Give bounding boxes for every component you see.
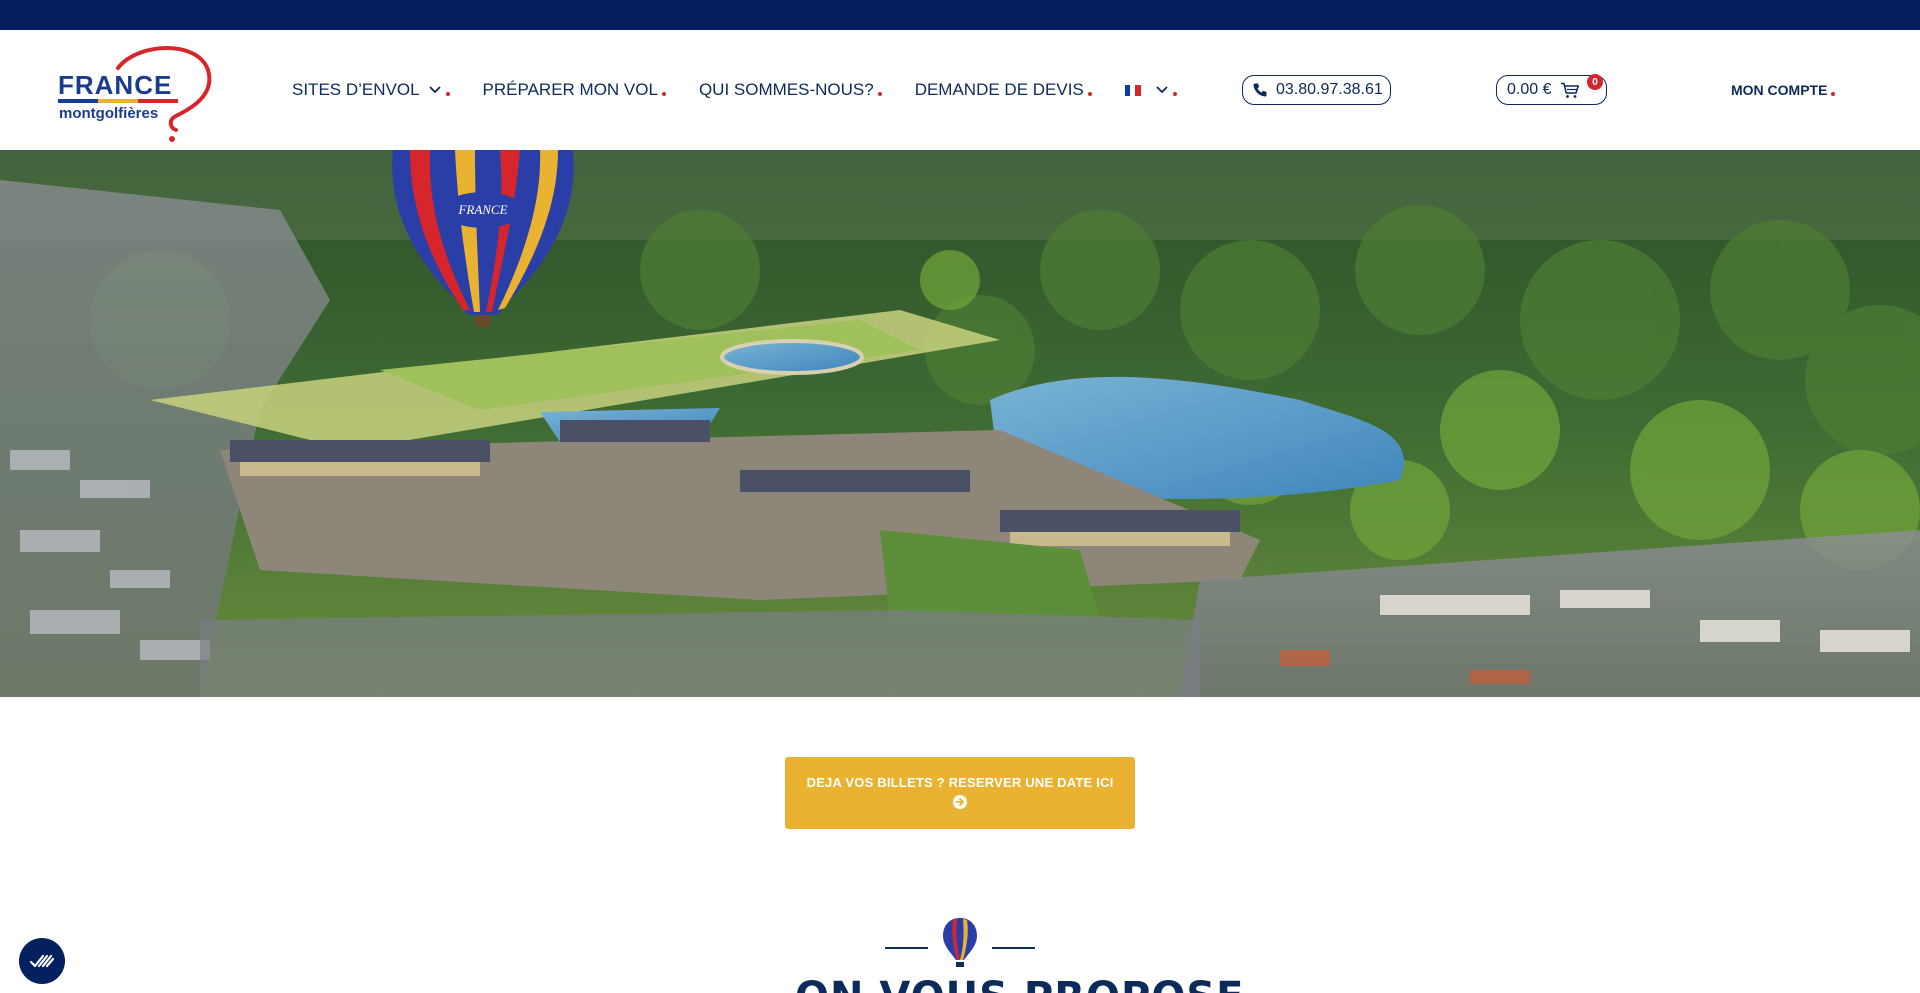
aerial-landscape-image: FRANCE [0, 150, 1920, 697]
cart-count-badge: 0 [1587, 74, 1603, 90]
red-dot-icon [1831, 92, 1836, 96]
french-flag-icon [1124, 84, 1141, 96]
language-selector[interactable] [1124, 84, 1177, 96]
logo-stripe-blue [58, 99, 98, 103]
nav-item-label: SITES D’ENVOL [292, 80, 420, 99]
nav-item-label: PRÉPARER MON VOL [482, 80, 658, 99]
arrow-circle-right-icon [953, 795, 967, 809]
logo-stripe-red [138, 99, 178, 103]
nav-item-label: QUI SOMMES-NOUS? [698, 80, 874, 99]
accessibility-button[interactable] [19, 938, 65, 984]
red-dot-icon [877, 92, 882, 96]
top-bar [0, 0, 1920, 30]
phone-icon [1253, 83, 1267, 97]
cart-total: 0.00 € [1507, 81, 1552, 98]
red-dot-icon [1172, 92, 1177, 96]
cta-label: DEJA VOS BILLETS ? RESERVER UNE DATE ICI [806, 775, 1114, 790]
logo-wordmark: FRANCE [58, 70, 173, 100]
site-header: FRANCE montgolfières SITES D’ENVOL PRÉPA… [0, 30, 1920, 150]
nav-item-demande-devis[interactable]: DEMANDE DE DEVIS [915, 80, 1092, 100]
cart-icon [1561, 82, 1580, 98]
nav-item-sites-envol[interactable]: SITES D’ENVOL [292, 80, 450, 100]
phone-number: 03.80.97.38.61 [1276, 81, 1383, 98]
red-dot-icon [1087, 92, 1092, 96]
nav-item-preparer-vol[interactable]: PRÉPARER MON VOL [483, 80, 666, 100]
accessibility-icon [29, 954, 55, 968]
reserve-date-button[interactable]: DEJA VOS BILLETS ? RESERVER UNE DATE ICI [785, 757, 1135, 829]
main-nav: SITES D’ENVOL PRÉPARER MON VOL QUI SOMME… [292, 75, 1210, 105]
divider-line-left [885, 947, 928, 949]
account-label: MON COMPTE [1731, 82, 1828, 98]
nav-item-qui-sommes-nous[interactable]: QUI SOMMES-NOUS? [699, 80, 882, 100]
svg-text:FRANCE: FRANCE [457, 202, 507, 217]
my-account-link[interactable]: MON COMPTE [1731, 82, 1836, 98]
nav-item-label: DEMANDE DE DEVIS [914, 80, 1084, 99]
chevron-down-icon [428, 86, 441, 94]
chevron-down-icon [1156, 86, 1168, 94]
section-title: ON VOUS PROPOSE [795, 974, 1243, 993]
divider-line-right [992, 947, 1035, 949]
red-dot-icon [661, 92, 666, 96]
section-divider [885, 916, 1035, 972]
red-dot-icon [445, 92, 450, 96]
site-logo[interactable]: FRANCE montgolfières [58, 40, 218, 144]
hero-image: FRANCE [0, 150, 1920, 697]
logo-subtitle: montgolfières [59, 105, 159, 122]
logo-stripe-yellow [98, 99, 138, 103]
phone-button[interactable]: 03.80.97.38.61 [1242, 75, 1391, 105]
balloon-icon [943, 918, 977, 967]
